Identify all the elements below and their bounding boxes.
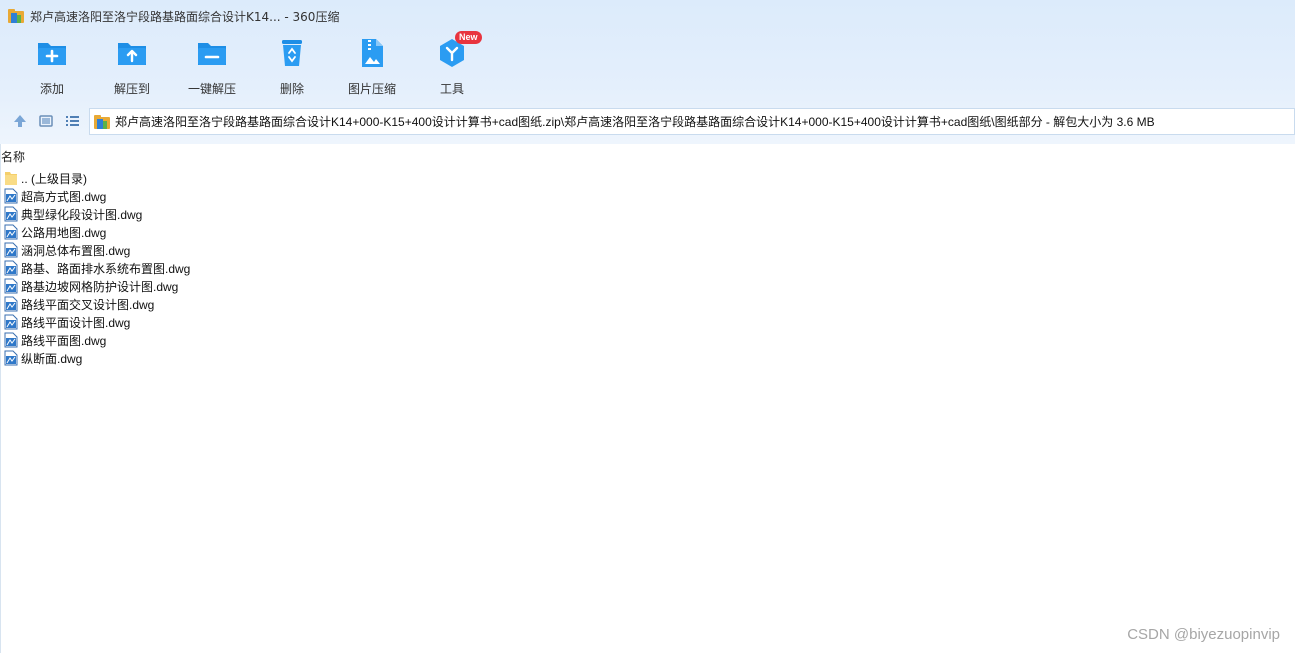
file-name: 路线平面图.dwg — [21, 333, 107, 348]
list-item[interactable]: 公路用地图.dwg — [0, 223, 1295, 241]
add-label: 添加 — [39, 82, 64, 96]
list-item[interactable]: 典型绿化段设计图.dwg — [0, 205, 1295, 223]
delete-label: 删除 — [279, 82, 304, 96]
navigation-bar: 郑卢高速洛阳至洛宁段路基路面综合设计K14+000-K15+400设计计算书+c… — [0, 108, 1295, 135]
dwg-file-icon — [4, 260, 18, 276]
dwg-file-icon — [4, 242, 18, 258]
archive-file-icon — [94, 114, 110, 129]
list-item[interactable]: 纵断面.dwg — [0, 349, 1295, 367]
top-chrome: 郑卢高速洛阳至洛宁段路基路面综合设计K14... - 360压缩 添加 解压到 … — [0, 0, 1295, 144]
dwg-file-icon — [4, 188, 18, 204]
list-item[interactable]: 超高方式图.dwg — [0, 187, 1295, 205]
main-toolbar: 添加 解压到 一键解压 删除 图片压缩 New 工具 — [0, 31, 600, 98]
dwg-file-icon — [4, 278, 18, 294]
file-name: 典型绿化段设计图.dwg — [21, 207, 143, 222]
list-item[interactable]: 涵洞总体布置图.dwg — [0, 241, 1295, 259]
extract-to-label: 解压到 — [113, 82, 150, 96]
list-item[interactable]: 路线平面交叉设计图.dwg — [0, 295, 1295, 313]
list-header: 名称 — [0, 147, 1295, 165]
dwg-file-icon — [4, 314, 18, 330]
add-folder-icon — [35, 36, 69, 73]
dwg-file-icon — [4, 332, 18, 348]
tools-button[interactable]: New 工具 — [412, 31, 492, 96]
delete-button[interactable]: 删除 — [252, 36, 332, 96]
file-name: 公路用地图.dwg — [21, 225, 107, 240]
extract-to-button[interactable]: 解压到 — [92, 36, 172, 96]
list-item[interactable]: 路基边坡网格防护设计图.dwg — [0, 277, 1295, 295]
dwg-file-icon — [4, 296, 18, 312]
tools-label: 工具 — [439, 82, 464, 96]
path-text: 郑卢高速洛阳至洛宁段路基路面综合设计K14+000-K15+400设计计算书+c… — [115, 115, 1155, 129]
file-name: 纵断面.dwg — [21, 351, 83, 366]
up-arrow-icon[interactable] — [11, 112, 29, 130]
file-name: 路线平面交叉设计图.dwg — [21, 297, 155, 312]
path-bar[interactable]: 郑卢高速洛阳至洛宁段路基路面综合设计K14+000-K15+400设计计算书+c… — [89, 108, 1295, 135]
list-item[interactable]: 路线平面设计图.dwg — [0, 313, 1295, 331]
dwg-file-icon — [4, 224, 18, 240]
recycle-bin-icon — [275, 36, 309, 73]
dwg-file-icon — [4, 350, 18, 366]
one-click-extract-icon — [195, 36, 229, 73]
title-bar: 郑卢高速洛阳至洛宁段路基路面综合设计K14... - 360压缩 — [0, 0, 1295, 32]
file-name: 路线平面设计图.dwg — [21, 315, 131, 330]
image-compress-label: 图片压缩 — [347, 82, 396, 96]
add-button[interactable]: 添加 — [12, 36, 92, 96]
archive-app-icon — [8, 9, 24, 23]
dwg-file-icon — [4, 206, 18, 222]
parent-dir-row[interactable]: .. (上级目录) — [0, 169, 1295, 187]
file-name: 路基、路面排水系统布置图.dwg — [21, 261, 191, 276]
image-compress-button[interactable]: 图片压缩 — [332, 36, 412, 96]
file-name: 路基边坡网格防护设计图.dwg — [21, 279, 179, 294]
new-badge: New — [455, 31, 482, 44]
file-name: 超高方式图.dwg — [21, 189, 107, 204]
file-name: 涵洞总体布置图.dwg — [21, 243, 131, 258]
list-view-icon[interactable] — [63, 112, 81, 130]
list-item[interactable]: 路线平面图.dwg — [0, 331, 1295, 349]
parent-dir-label: .. (上级目录) — [21, 171, 87, 186]
watermark: CSDN @biyezuopinvip — [1127, 626, 1280, 643]
file-list: .. (上级目录) 超高方式图.dwg 典型绿化段设计图.dwg 公路用地图.dwg… — [0, 169, 1295, 367]
image-compress-icon — [355, 36, 389, 73]
folder-icon — [4, 170, 18, 186]
one-click-extract-button[interactable]: 一键解压 — [172, 36, 252, 96]
thumbnail-view-icon[interactable] — [37, 112, 55, 130]
list-item[interactable]: 路基、路面排水系统布置图.dwg — [0, 259, 1295, 277]
window-title: 郑卢高速洛阳至洛宁段路基路面综合设计K14... - 360压缩 — [30, 9, 340, 24]
column-header-name[interactable]: 名称 — [1, 148, 25, 165]
one-click-extract-label: 一键解压 — [187, 82, 236, 96]
extract-to-icon — [115, 36, 149, 73]
